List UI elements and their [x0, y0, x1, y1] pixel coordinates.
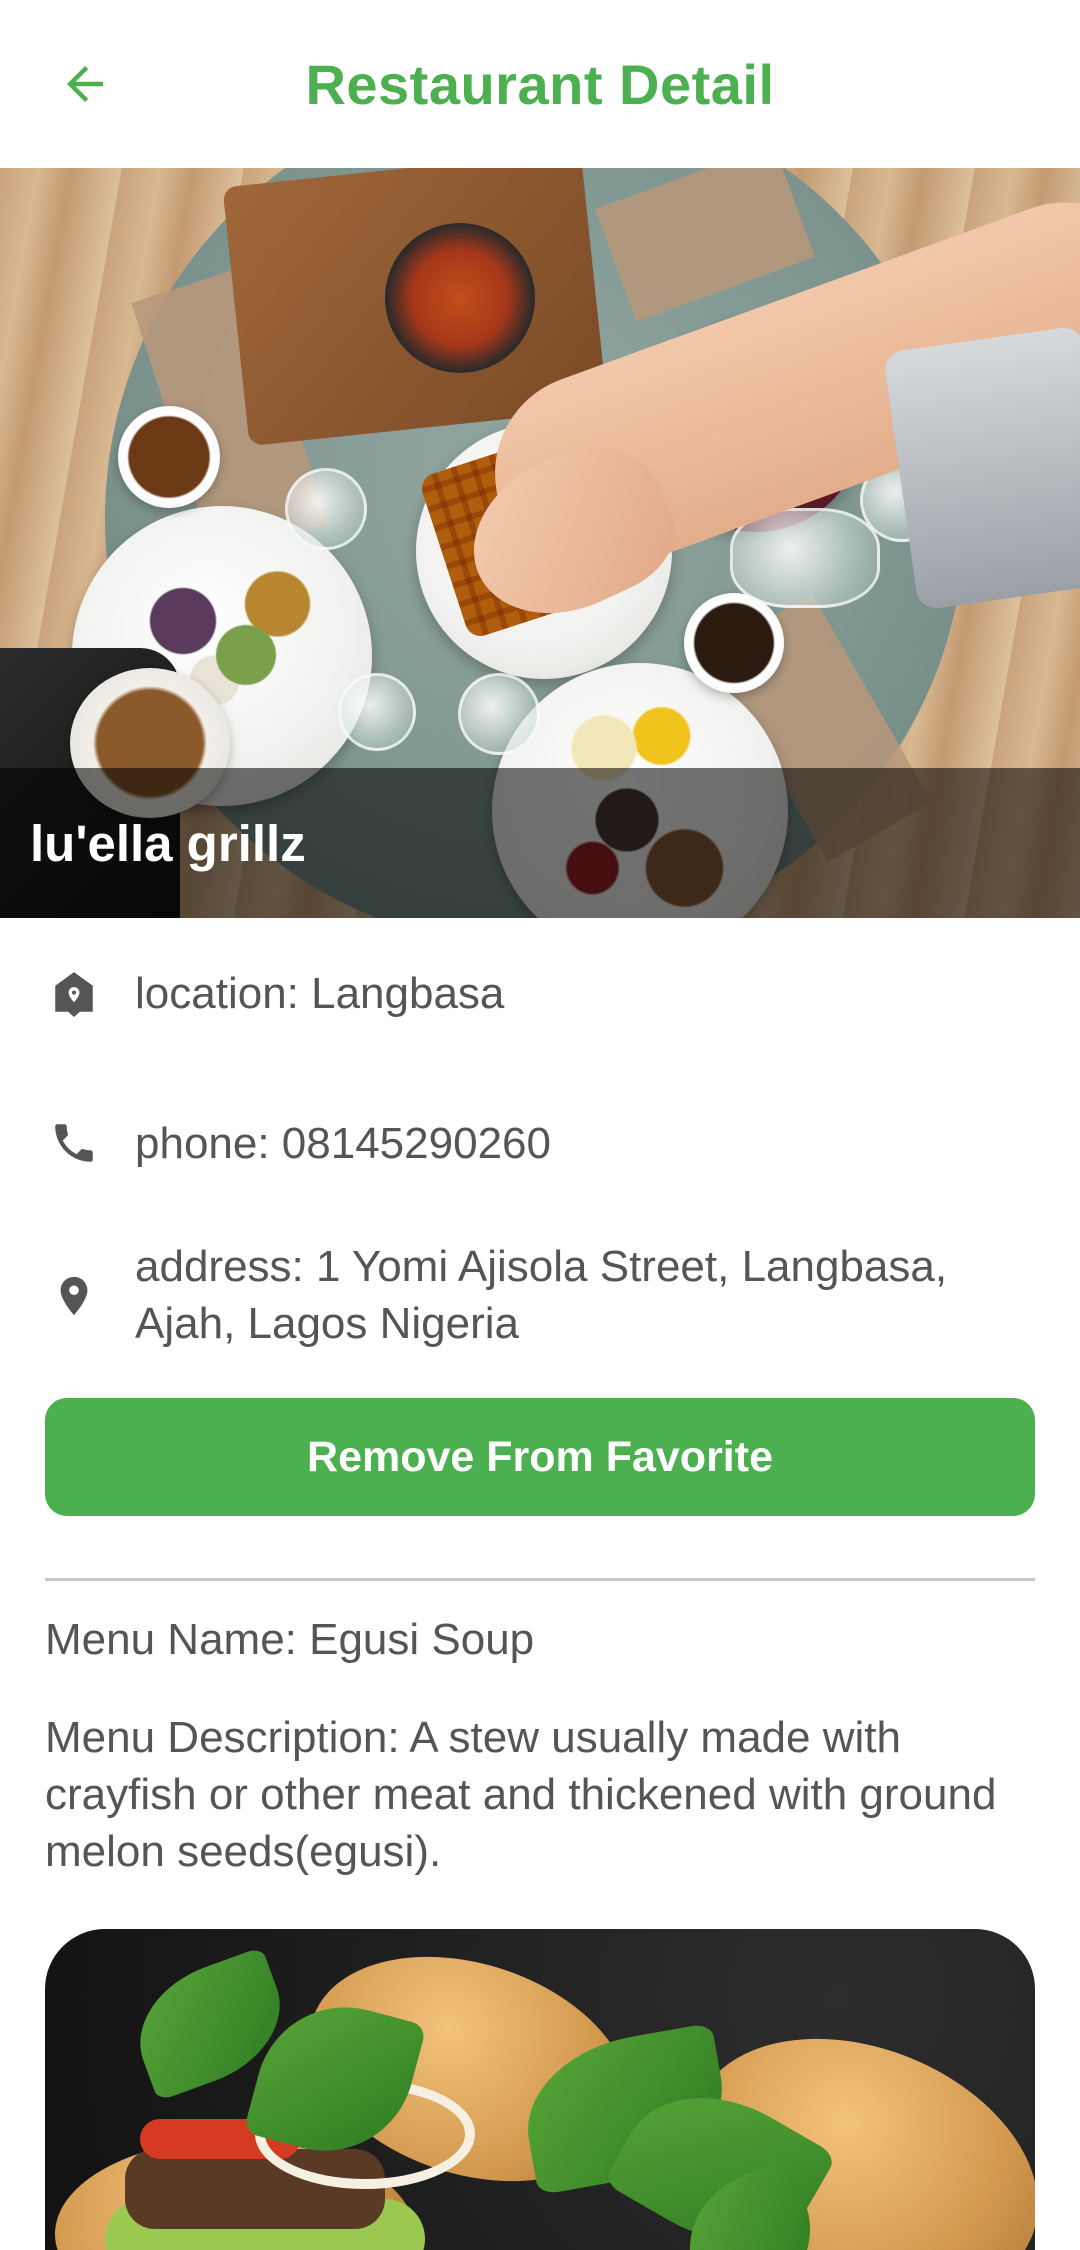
menu-description: Menu Description: A stew usually made wi… [45, 1713, 997, 1876]
phone-row[interactable]: phone: 08145290260 [0, 1115, 1080, 1185]
address-row: address: 1 Yomi Ajisola Street, Langbasa… [0, 1238, 1080, 1358]
arrow-back-icon [67, 66, 103, 102]
remove-from-favorite-button[interactable]: Remove From Favorite [45, 1398, 1035, 1516]
restaurant-name-overlay: lu'ella grillz [0, 768, 1080, 918]
phone-icon [46, 1115, 102, 1171]
restaurant-hero-image: lu'ella grillz [0, 168, 1080, 918]
app-bar: Restaurant Detail [0, 0, 1080, 168]
back-button[interactable] [40, 44, 130, 124]
map-pin-icon [46, 1268, 102, 1324]
divider [45, 1578, 1035, 1581]
address-text: address: 1 Yomi Ajisola Street, Langbasa… [135, 1242, 948, 1348]
location-text: location: Langbasa [135, 969, 505, 1018]
home-pin-icon [46, 965, 102, 1021]
menu-name: Menu Name: Egusi Soup [45, 1615, 535, 1664]
location-row: location: Langbasa [0, 965, 1080, 1035]
restaurant-name: lu'ella grillz [30, 814, 306, 872]
phone-text: phone: 08145290260 [135, 1119, 551, 1168]
page-title: Restaurant Detail [305, 52, 775, 116]
menu-item-image [45, 1929, 1035, 2250]
restaurant-detail-screen: Restaurant Detail lu'ella grillz locatio… [0, 0, 1080, 2250]
